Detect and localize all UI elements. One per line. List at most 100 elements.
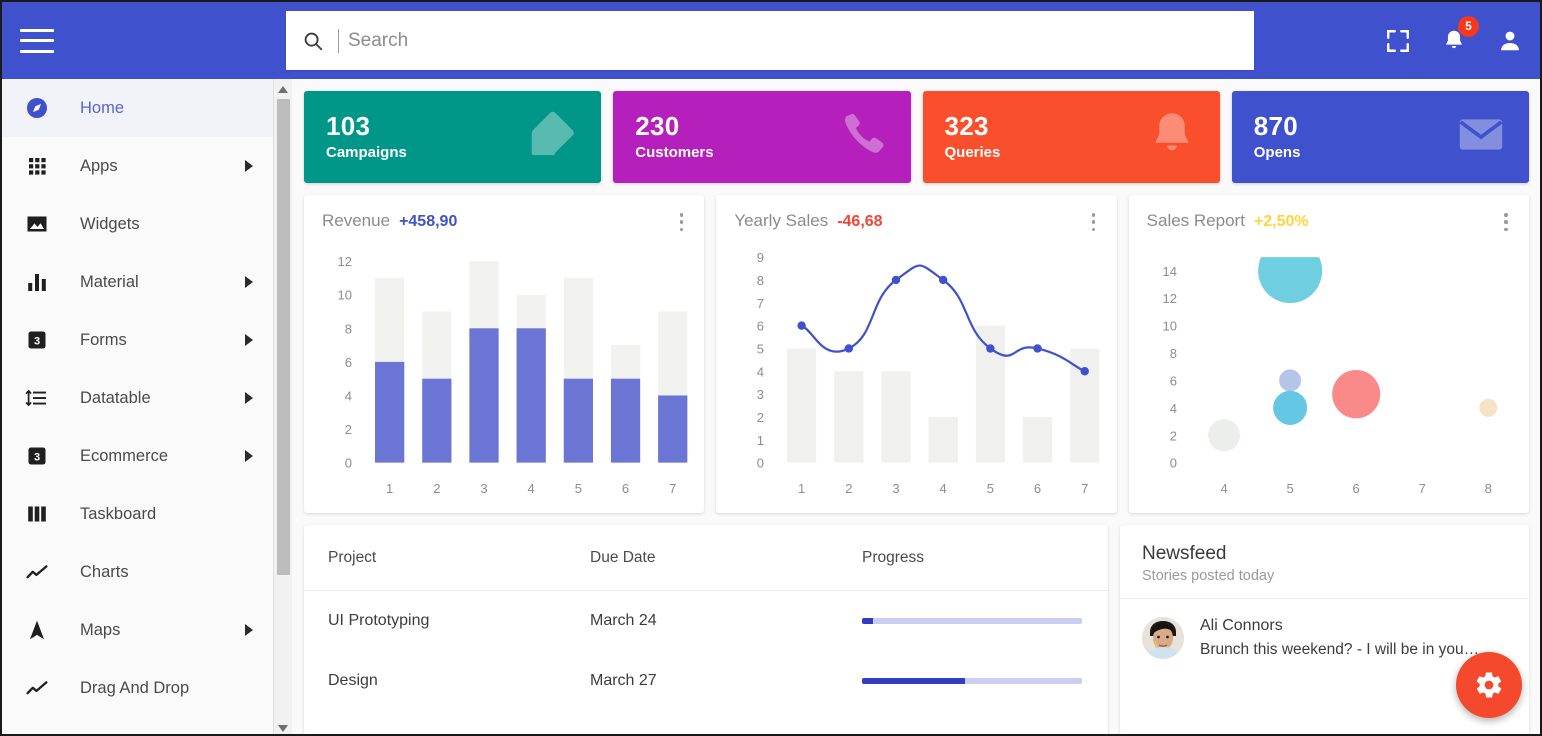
stat-cards-row: 103Campaigns230Customers323Queries870Ope… bbox=[293, 79, 1540, 183]
fullscreen-icon bbox=[1385, 28, 1411, 54]
chevron-right-icon[interactable] bbox=[245, 450, 253, 462]
column-header-due-date: Due Date bbox=[590, 549, 862, 567]
sidebar-scrollbar[interactable] bbox=[273, 79, 292, 736]
revenue-delta: +458,90 bbox=[399, 213, 457, 231]
line-point bbox=[1081, 367, 1089, 375]
axis-tick-label: 3 bbox=[480, 481, 487, 496]
sidebar-item-maps[interactable]: Maps bbox=[2, 601, 273, 659]
envelope-icon-wrap bbox=[1455, 109, 1507, 166]
chevron-right-icon[interactable] bbox=[245, 392, 253, 404]
axis-tick-label: 0 bbox=[757, 456, 764, 471]
bell-icon bbox=[1146, 109, 1198, 161]
axis-tick-label: 6 bbox=[1034, 481, 1041, 496]
axis-tick-label: 7 bbox=[1081, 481, 1088, 496]
columns-icon-wrap bbox=[20, 497, 54, 531]
column-header-progress: Progress bbox=[862, 549, 1084, 567]
sidebar-item-label: Widgets bbox=[80, 215, 253, 234]
fullscreen-button[interactable] bbox=[1382, 25, 1414, 57]
sales-report-card-header: Sales Report +2,50% bbox=[1147, 211, 1511, 231]
stat-card-customers[interactable]: 230Customers bbox=[613, 91, 910, 183]
cell-due-date: March 27 bbox=[590, 672, 862, 690]
sidebar-item-drag-and-drop[interactable]: Drag And Drop bbox=[2, 659, 273, 717]
grid-icon bbox=[25, 154, 49, 178]
axis-tick-label: 1 bbox=[798, 481, 805, 496]
scroll-down-button[interactable] bbox=[274, 720, 292, 736]
scroll-up-button[interactable] bbox=[274, 81, 292, 97]
newsfeed-header: Newsfeed Stories posted today bbox=[1120, 525, 1529, 599]
cell-due-date: March 24 bbox=[590, 612, 862, 630]
hamburger-menu-icon[interactable] bbox=[20, 29, 54, 53]
sidebar-item-apps[interactable]: Apps bbox=[2, 137, 273, 195]
axis-tick-label: 8 bbox=[345, 321, 352, 336]
axis-tick-label: 6 bbox=[1352, 481, 1359, 496]
navigate-icon bbox=[25, 618, 49, 642]
cart-icon-wrap: 3 bbox=[20, 439, 54, 473]
dashboard-app: 5 Home Apps Widgets Material 3 Forms Datatable… bbox=[0, 0, 1542, 736]
settings-fab-button[interactable] bbox=[1456, 652, 1522, 718]
sidebar-item-datatable[interactable]: Datatable bbox=[2, 369, 273, 427]
bubble-point bbox=[1332, 370, 1380, 418]
form-icon: 3 bbox=[25, 328, 49, 352]
progress-bar bbox=[862, 678, 1082, 684]
table-row[interactable]: UI PrototypingMarch 24 bbox=[304, 591, 1108, 651]
sidebar-item-label: Forms bbox=[80, 331, 245, 350]
sidebar-item-ecommerce[interactable]: 3 Ecommerce bbox=[2, 427, 273, 485]
sidebar-item-forms[interactable]: 3 Forms bbox=[2, 311, 273, 369]
sidebar-item-home[interactable]: Home bbox=[2, 79, 273, 137]
stat-card-opens[interactable]: 870Opens bbox=[1232, 91, 1529, 183]
scrollbar-thumb[interactable] bbox=[277, 99, 290, 575]
axis-tick-label: 10 bbox=[338, 288, 352, 303]
sidebar-item-widgets[interactable]: Widgets bbox=[2, 195, 273, 253]
axis-tick-label: 5 bbox=[757, 341, 764, 356]
newsfeed-subtitle: Stories posted today bbox=[1142, 568, 1507, 584]
sales-report-menu-button[interactable] bbox=[1497, 211, 1515, 233]
yearly-sales-delta: -46,68 bbox=[837, 213, 882, 231]
revenue-menu-button[interactable] bbox=[672, 211, 690, 233]
sidebar-item-label: Ecommerce bbox=[80, 447, 245, 466]
chevron-up-icon bbox=[278, 86, 288, 93]
axis-tick-label: 4 bbox=[528, 481, 535, 496]
search-bar[interactable] bbox=[286, 11, 1254, 70]
bar-value bbox=[517, 328, 546, 462]
account-button[interactable] bbox=[1494, 25, 1526, 57]
table-row[interactable]: DesignMarch 27 bbox=[304, 651, 1108, 711]
search-input[interactable] bbox=[338, 29, 1238, 53]
line-point bbox=[1034, 344, 1042, 352]
bubble-point bbox=[1258, 243, 1322, 303]
axis-tick-label: 4 bbox=[940, 481, 947, 496]
notifications-button[interactable]: 5 bbox=[1438, 25, 1470, 57]
axis-tick-label: 8 bbox=[1484, 481, 1491, 496]
yearly-sales-card-header: Yearly Sales -46,68 bbox=[734, 211, 1098, 231]
gear-icon bbox=[1474, 670, 1504, 700]
chevron-right-icon[interactable] bbox=[245, 276, 253, 288]
phone-icon-wrap bbox=[837, 109, 889, 166]
chevron-right-icon[interactable] bbox=[245, 624, 253, 636]
chevron-right-icon[interactable] bbox=[245, 334, 253, 346]
line-point bbox=[798, 321, 806, 329]
line-point bbox=[986, 344, 994, 352]
bar-value bbox=[835, 371, 864, 462]
bottom-row: Project Due Date Progress UI Prototyping… bbox=[293, 513, 1540, 735]
phone-icon bbox=[837, 109, 889, 161]
sidebar-item-charts[interactable]: Charts bbox=[2, 543, 273, 601]
sidebar-item-label: Maps bbox=[80, 621, 245, 640]
sidebar-item-taskboard[interactable]: Taskboard bbox=[2, 485, 273, 543]
sidebar-item-material[interactable]: Material bbox=[2, 253, 273, 311]
sidebar-item-label: Charts bbox=[80, 563, 253, 582]
yearly-sales-menu-button[interactable] bbox=[1085, 211, 1103, 233]
chevron-right-icon[interactable] bbox=[245, 160, 253, 172]
svg-text:3: 3 bbox=[34, 336, 40, 348]
envelope-icon bbox=[1455, 109, 1507, 161]
sidebar-item-label: Apps bbox=[80, 157, 245, 176]
axis-tick-label: 7 bbox=[757, 296, 764, 311]
person-icon bbox=[1497, 28, 1523, 54]
stat-card-campaigns[interactable]: 103Campaigns bbox=[304, 91, 601, 183]
line-chart-icon bbox=[25, 676, 49, 700]
compass-icon bbox=[25, 96, 49, 120]
line-point bbox=[892, 276, 900, 284]
cell-progress bbox=[862, 678, 1084, 684]
sales-report-card: Sales Report +2,50% 0246810121445678 bbox=[1129, 195, 1529, 513]
stat-card-queries[interactable]: 323Queries bbox=[923, 91, 1220, 183]
chevron-down-icon bbox=[278, 725, 288, 732]
bar-value bbox=[1023, 417, 1052, 463]
